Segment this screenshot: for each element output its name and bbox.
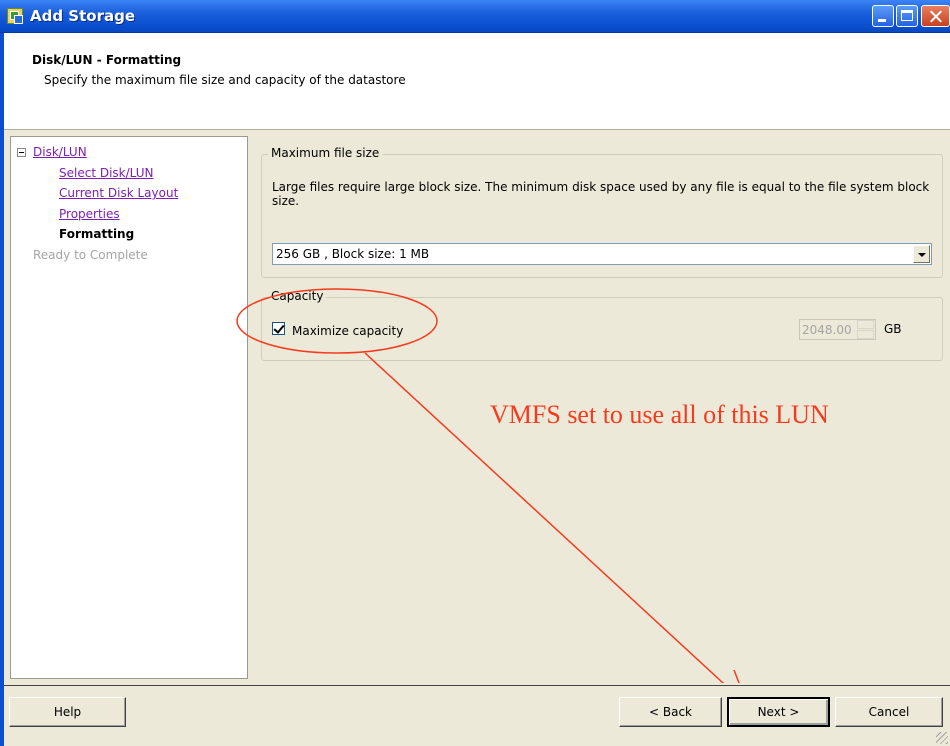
maximize-button[interactable] <box>896 5 918 27</box>
page-title: Disk/LUN - Formatting <box>32 53 182 67</box>
page-subtitle: Specify the maximum file size and capaci… <box>44 73 406 87</box>
back-button[interactable]: < Back <box>619 697 722 727</box>
wizard-header: Disk/LUN - Formatting Specify the maximu… <box>4 33 950 130</box>
max-file-size-group-label: Maximum file size <box>268 146 383 160</box>
next-button[interactable]: Next > <box>727 697 830 727</box>
wizard-footer: Help < Back Next > Cancel <box>4 683 950 746</box>
wizard-step-tree: Disk/LUN Select Disk/LUN Current Disk La… <box>10 136 248 679</box>
window-title: Add Storage <box>30 7 136 25</box>
capacity-unit: GB <box>884 322 902 336</box>
block-size-description: Large files require large block size. Th… <box>272 180 930 208</box>
nav-item-current-disk-layout[interactable]: Current Disk Layout <box>59 186 178 200</box>
cancel-button[interactable]: Cancel <box>835 697 943 727</box>
max-file-size-select[interactable]: 256 GB , Block size: 1 MB <box>272 243 932 265</box>
capacity-group: Capacity Maximize capacity 2048.00 GB <box>261 289 943 361</box>
minimize-button[interactable] <box>872 5 894 27</box>
capacity-spinner: 2048.00 <box>799 319 876 340</box>
spin-down-icon <box>857 330 874 339</box>
help-button[interactable]: Help <box>9 697 126 727</box>
chevron-down-icon[interactable] <box>913 245 930 263</box>
capacity-group-label: Capacity <box>268 289 327 303</box>
nav-root-disk-lun[interactable]: Disk/LUN <box>33 145 87 159</box>
title-bar: Add Storage <box>0 0 950 33</box>
footer-divider <box>4 685 950 686</box>
close-button[interactable] <box>921 5 950 27</box>
max-file-size-value: 256 GB , Block size: 1 MB <box>276 247 430 261</box>
max-file-size-group: Maximum file size Large files require la… <box>261 146 943 278</box>
nav-item-properties[interactable]: Properties <box>59 207 120 221</box>
resize-grip-icon[interactable] <box>936 732 948 744</box>
nav-item-select-disk-lun[interactable]: Select Disk/LUN <box>59 166 154 180</box>
spin-up-icon <box>857 320 874 329</box>
annotation-text: VMFS set to use all of this LUN <box>490 400 829 429</box>
nav-item-formatting: Formatting <box>59 227 135 241</box>
collapse-toggle-icon[interactable] <box>17 148 26 157</box>
maximize-capacity-label[interactable]: Maximize capacity <box>292 324 403 338</box>
vsphere-app-icon <box>7 8 23 24</box>
nav-item-ready-to-complete: Ready to Complete <box>33 248 148 262</box>
capacity-value: 2048.00 <box>802 323 852 337</box>
maximize-capacity-checkbox[interactable] <box>272 322 285 335</box>
